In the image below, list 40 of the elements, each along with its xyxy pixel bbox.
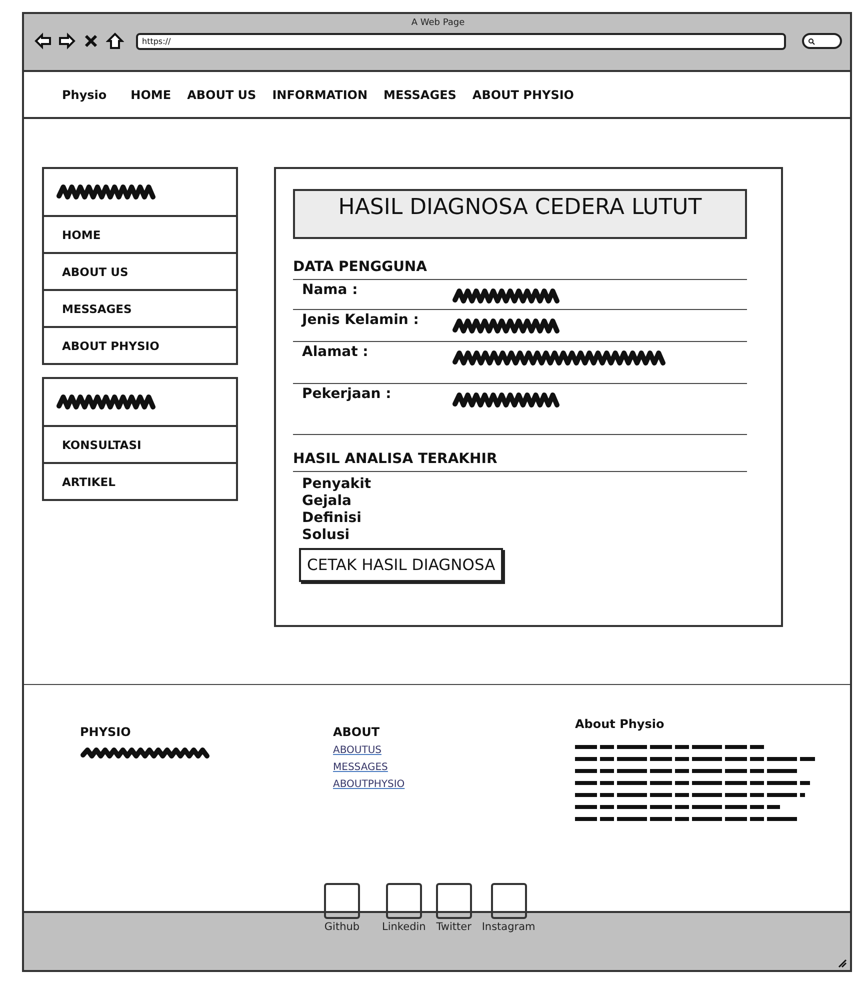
- sidebar-item[interactable]: HOME: [44, 217, 236, 252]
- search-icon: [808, 38, 815, 44]
- footer-link[interactable]: ABOUTUS: [333, 745, 382, 756]
- nav-link[interactable]: INFORMATION: [272, 88, 368, 102]
- footer-link[interactable]: ABOUTPHYSIO: [333, 779, 405, 790]
- resize-grip-icon[interactable]: [837, 958, 847, 968]
- footer-heading: PHYSIO: [80, 725, 132, 739]
- nav-link[interactable]: HOME: [130, 88, 172, 102]
- sidebar-item[interactable]: KONSULTASI: [44, 427, 236, 462]
- sidebar-item[interactable]: ABOUT US: [44, 252, 236, 289]
- result-label: Definisi: [301, 510, 362, 527]
- nav-link[interactable]: MESSAGES: [384, 88, 456, 102]
- result-label: Gejala: [301, 493, 352, 510]
- result-label: Solusi: [301, 527, 351, 544]
- field-label: Nama :: [302, 282, 359, 298]
- window-title: A Web Page: [410, 18, 466, 28]
- result-label: Penyakit: [301, 476, 372, 493]
- field-label: Alamat :: [302, 344, 370, 360]
- brand-name: Physio: [62, 88, 107, 102]
- forward-icon[interactable]: [58, 32, 76, 50]
- section-heading: DATA PENGGUNA: [293, 259, 747, 280]
- nav-link[interactable]: ABOUT US: [187, 88, 256, 102]
- nav-link[interactable]: ABOUT PHYSIO: [472, 88, 574, 102]
- footer-heading: ABOUT: [333, 725, 381, 739]
- field-label: Jenis Kelamin :: [302, 312, 420, 328]
- address-bar[interactable]: https://: [136, 32, 786, 50]
- print-button[interactable]: CETAK HASIL DIAGNOSA: [299, 548, 504, 582]
- home-icon[interactable]: [106, 32, 124, 50]
- social-link[interactable]: Instagram: [482, 883, 536, 933]
- footer-heading: About Physio: [575, 717, 666, 731]
- sidebar-item[interactable]: ARTIKEL: [44, 462, 236, 499]
- field-label: Pekerjaan :: [302, 386, 392, 402]
- search-field[interactable]: [802, 33, 842, 49]
- section-heading: HASIL ANALISA TERAKHIR: [293, 451, 747, 472]
- page-heading: HASIL DIAGNOSA CEDERA LUTUT: [293, 189, 747, 239]
- sidebar-item[interactable]: ABOUT PHYSIO: [44, 326, 236, 363]
- close-icon[interactable]: [82, 32, 100, 50]
- back-icon[interactable]: [34, 32, 52, 50]
- footer-link[interactable]: MESSAGES: [333, 762, 388, 773]
- sidebar-item[interactable]: MESSAGES: [44, 289, 236, 326]
